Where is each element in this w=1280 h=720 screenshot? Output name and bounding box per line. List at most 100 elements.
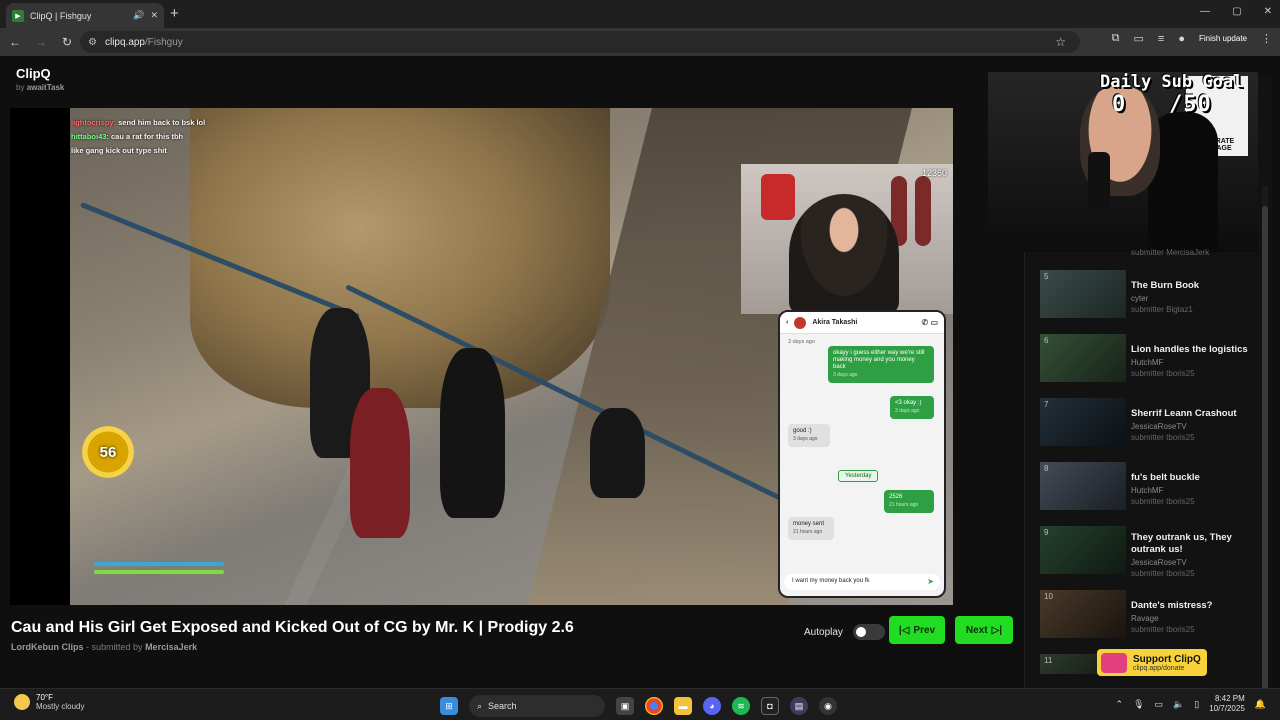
site-info-icon[interactable]: ⚙ (88, 37, 97, 48)
discord-icon[interactable]: ◕ (703, 697, 721, 715)
support-label: Support ClipQ (1133, 653, 1201, 665)
phone-message: <3 okay :) 3 days ago (890, 396, 934, 419)
queue-title: Dante's mistress? (1131, 600, 1213, 611)
obs-icon[interactable]: ◉ (819, 697, 837, 715)
queue-item[interactable]: 8 fu's belt buckle HutchMF submitter tbo… (1038, 462, 1258, 526)
queue-number: 10 (1044, 592, 1053, 601)
site-logo[interactable]: ClipQ (16, 66, 64, 81)
queue-number: 8 (1044, 464, 1049, 473)
phone-message: 2526 21 hours ago (884, 490, 934, 513)
channel-name[interactable]: LordKebun Clips (11, 642, 84, 652)
browser-toolbar: ← → ↻ ⚙ clipq.app/Fishguy ☆ ⧉ ▭ ≡ ● Fini… (0, 28, 1280, 56)
queue-thumbnail (1040, 270, 1126, 318)
byline-author[interactable]: awaitTask (27, 83, 65, 92)
speaker-icon[interactable]: 🔊 (133, 10, 144, 21)
system-tray: ⌃ 🎙 ▭ 🔈 ▯ 8:42 PM 10/7/2025 🔔 (1116, 694, 1266, 714)
queue-item[interactable]: 6 Lion handles the logistics HutchMF sub… (1038, 334, 1258, 398)
os-taskbar: 70°F Mostly cloudy ⊞ ⌕ Search ▣ ▬ ◕ ≋ ◘ … (0, 688, 1280, 720)
tray-chevron-icon[interactable]: ⌃ (1116, 699, 1124, 710)
queue-number: 9 (1044, 528, 1049, 537)
queue-submitter: submitter Bigtaz1 (1131, 305, 1193, 314)
close-window-icon[interactable]: ✕ (1264, 6, 1272, 17)
hud-status-bars (94, 562, 224, 578)
health-bar (94, 570, 224, 574)
viewer-count: 12360 (921, 168, 947, 178)
phone-message: okayy i guess either way we're still mak… (828, 346, 934, 383)
new-tab-button[interactable]: + (170, 5, 179, 22)
media-control-icon[interactable]: ≡ (1158, 33, 1164, 45)
queue-title: fu's belt buckle (1131, 472, 1200, 483)
queue-channel: cyter (1131, 294, 1149, 303)
queue-channel: JessicaRoseTV (1131, 422, 1187, 431)
queue-item[interactable]: 10 Dante's mistress? Ravage submitter tb… (1038, 590, 1258, 654)
queue-submitter: submitter tboris25 (1131, 433, 1195, 442)
network-icon[interactable]: ▭ (1155, 699, 1164, 710)
queue-thumbnail (1040, 526, 1126, 574)
next-button[interactable]: Next ▷| (955, 616, 1013, 644)
app-icon[interactable]: ◘ (761, 697, 779, 715)
queue-number: 7 (1044, 400, 1049, 409)
support-clipq-button[interactable]: Support ClipQ clipq.app/donate (1097, 649, 1207, 676)
streamer-figure (789, 194, 899, 314)
queue-title: Lion handles the logistics (1131, 344, 1248, 355)
queue-number: 11 (1044, 656, 1053, 665)
cast-icon[interactable]: ▭ (1133, 32, 1143, 45)
spotify-icon[interactable]: ≋ (732, 697, 750, 715)
queue-submitter: submitter tboris25 (1131, 625, 1195, 634)
video-title: Cau and His Girl Get Exposed and Kicked … (11, 619, 574, 636)
taskbar-clock[interactable]: 8:42 PM 10/7/2025 (1209, 694, 1245, 714)
weather-widget[interactable]: 70°F Mostly cloudy (14, 693, 84, 711)
reload-icon[interactable]: ↻ (56, 35, 78, 49)
app-icon[interactable]: ▤ (790, 697, 808, 715)
close-tab-icon[interactable]: ✕ (150, 10, 158, 21)
chat-line: like gang kick out type shit (71, 146, 167, 155)
file-explorer-icon[interactable]: ▬ (674, 697, 692, 715)
battery-icon[interactable]: ▯ (1194, 699, 1199, 710)
forward-arrow-icon[interactable]: → (30, 35, 52, 49)
video-player[interactable]: lightocrispy: send him back to bsk lol h… (10, 108, 953, 605)
extensions-icon[interactable]: ⧉ (1112, 32, 1120, 45)
chat-line: lightocrispy: send him back to bsk lol (71, 118, 206, 127)
profile-avatar[interactable]: ● (1178, 33, 1185, 45)
chrome-icon[interactable] (645, 697, 663, 715)
clock-date: 10/7/2025 (1209, 704, 1245, 713)
queue-channel: HutchMF (1131, 486, 1164, 495)
task-view-icon[interactable]: ▣ (616, 697, 634, 715)
maximize-icon[interactable]: ▢ (1232, 6, 1241, 17)
finish-update-button[interactable]: Finish update (1199, 34, 1247, 43)
taskbar-search[interactable]: ⌕ Search (469, 695, 605, 717)
phone-call-icons: ✆ ▭ (921, 318, 938, 327)
queue-thumbnail (1040, 398, 1126, 446)
contact-name: Akira Takashi (812, 319, 858, 326)
notification-bell-icon[interactable]: 🔔 (1255, 699, 1266, 710)
skip-forward-icon: ▷| (991, 624, 1003, 636)
bookmark-star-icon[interactable]: ☆ (1055, 35, 1066, 49)
back-arrow-icon[interactable]: ← (4, 35, 26, 49)
menu-kebab-icon[interactable]: ⋮ (1261, 32, 1272, 45)
submitter-name[interactable]: MercisaJerk (145, 642, 197, 652)
site-byline: by awaitTask (16, 83, 64, 92)
queue-item[interactable]: 9 They outrank us, They outrank us! Jess… (1038, 526, 1258, 590)
address-bar[interactable]: ⚙ clipq.app/Fishguy ☆ (80, 31, 1080, 53)
autoplay-toggle[interactable] (852, 624, 885, 640)
queue-item[interactable]: 7 Sherrif Leann Crashout JessicaRoseTV s… (1038, 398, 1258, 462)
windows-start-icon[interactable]: ⊞ (440, 697, 458, 715)
microphone-icon (1088, 152, 1110, 212)
hud-coin-badge: 56 (82, 426, 134, 478)
queue-list: 5 The Burn Book cyter submitter Bigtaz1 … (1038, 246, 1258, 678)
microphone-tray-icon[interactable]: 🎙 (1133, 699, 1144, 710)
site-header: ClipQ by awaitTask (16, 66, 64, 92)
browser-tab[interactable]: ▶ ClipQ | Fishguy 🔊 ✕ (6, 3, 164, 28)
queue-submitter: submitter tboris25 (1131, 569, 1195, 578)
queue-title: Sherrif Leann Crashout (1131, 408, 1237, 419)
armor-bar (94, 562, 224, 566)
queue-scrollbar[interactable] (1262, 186, 1268, 706)
queue-submitter: submitter tboris25 (1131, 497, 1195, 506)
phone-message: money sent 21 hours ago (788, 517, 834, 540)
minimize-icon[interactable]: — (1200, 6, 1210, 17)
queue-item[interactable]: 5 The Burn Book cyter submitter Bigtaz1 (1038, 270, 1258, 334)
queue-number: 6 (1044, 336, 1049, 345)
scrollbar-thumb[interactable] (1262, 206, 1268, 696)
prev-button[interactable]: |◁ Prev (889, 616, 945, 644)
volume-icon[interactable]: 🔈 (1173, 699, 1184, 710)
